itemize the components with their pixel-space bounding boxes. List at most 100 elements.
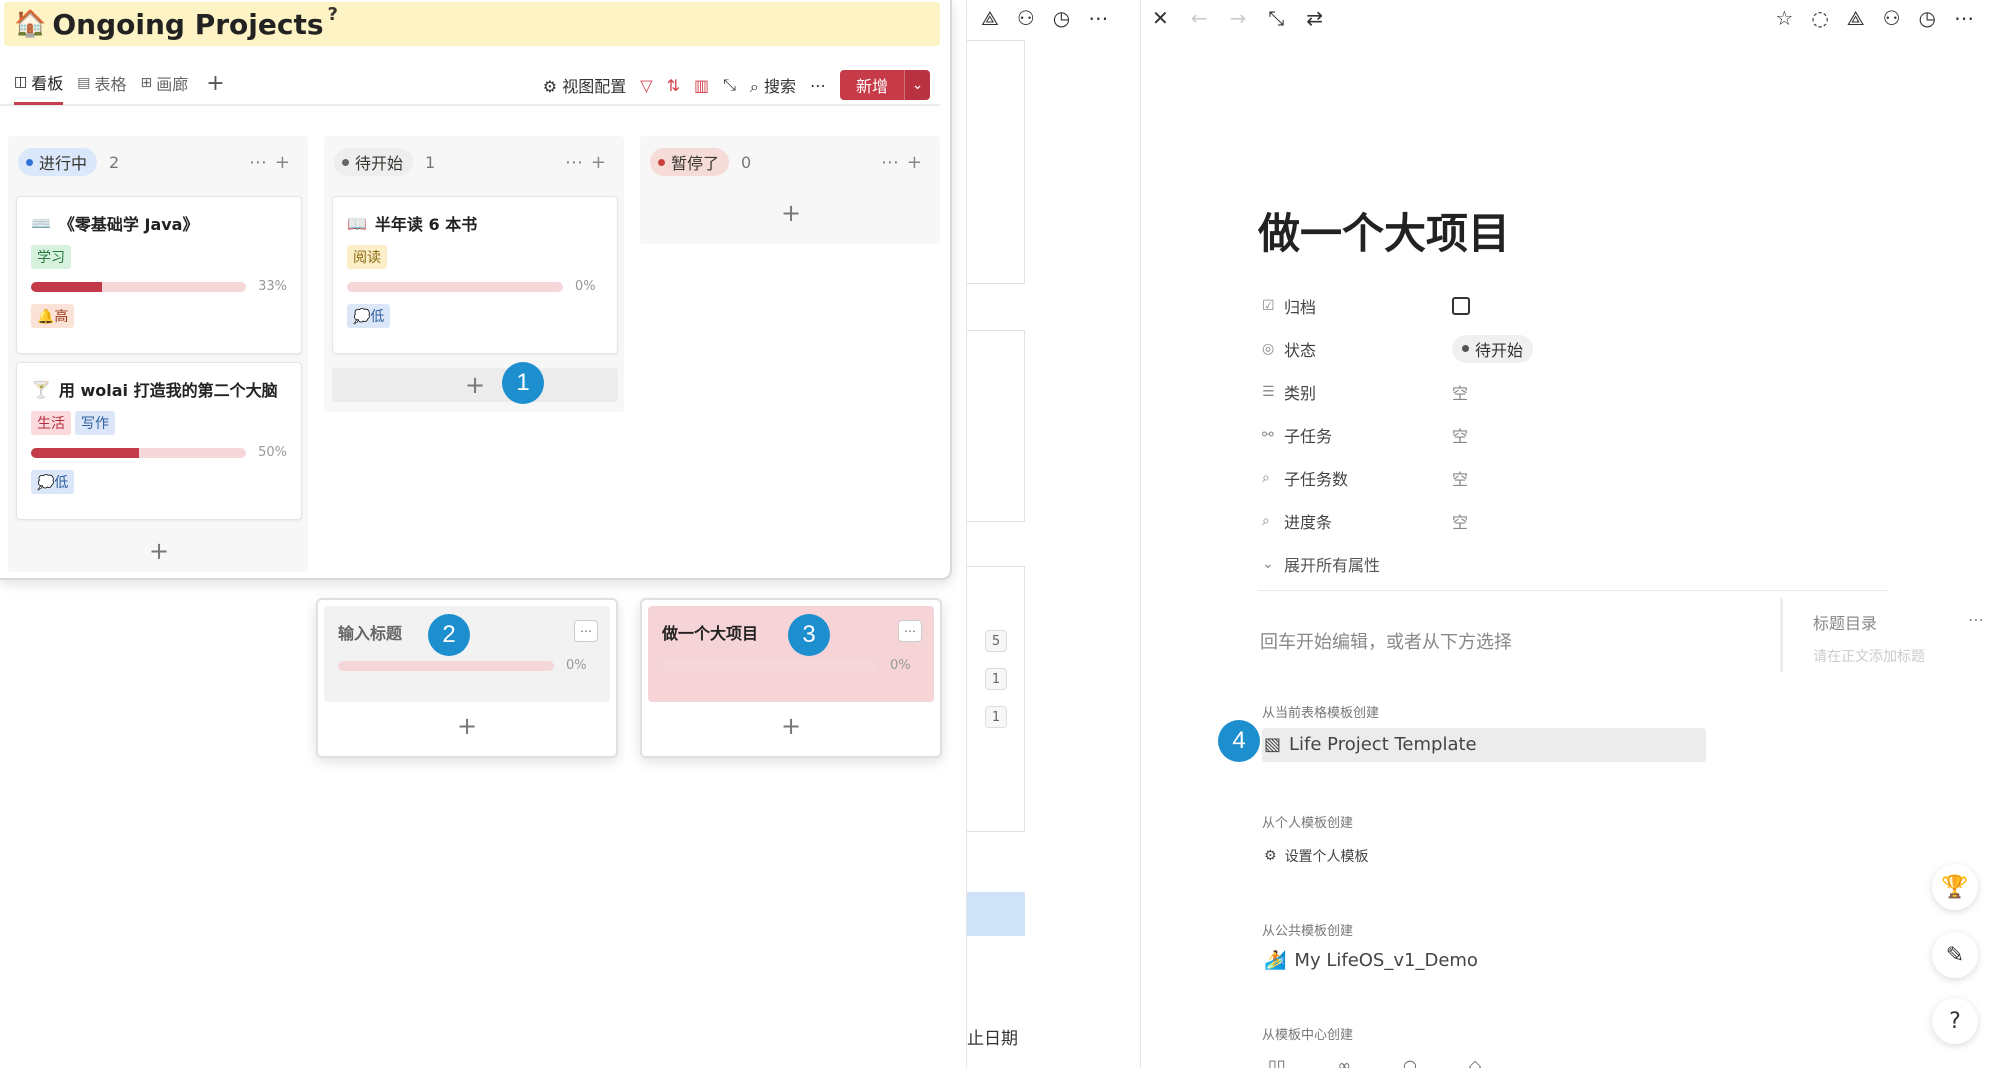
layers-icon[interactable]: ◇ bbox=[1469, 1056, 1481, 1068]
close-icon[interactable]: ✕ bbox=[1152, 6, 1169, 30]
more-icon[interactable]: ⋯ bbox=[1954, 6, 1974, 30]
card-tags: 生活 写作 bbox=[31, 401, 287, 435]
panel-divider bbox=[1140, 0, 1141, 1068]
filter-icon[interactable]: ▽ bbox=[640, 76, 652, 95]
column-actions[interactable]: ⋯+ bbox=[881, 152, 930, 173]
forward-arrow-icon[interactable]: → bbox=[1230, 6, 1247, 30]
status-value-pill[interactable]: 待开始 bbox=[1452, 334, 1534, 363]
editor-placeholder[interactable]: 回车开始编辑，或者从下方选择 bbox=[1260, 628, 1512, 654]
help-icon[interactable]: ? bbox=[328, 4, 338, 25]
property-subtask-count[interactable]: ⌕ 子任务数 空 bbox=[1262, 456, 1533, 499]
status-pill-not-started: 待开始 bbox=[334, 148, 414, 176]
column-actions[interactable]: ⋯+ bbox=[249, 152, 298, 173]
progress-bar bbox=[338, 660, 554, 671]
columns-icon[interactable]: ▥ bbox=[694, 76, 709, 95]
progress-row: 0% bbox=[662, 658, 920, 673]
property-archive[interactable]: ☑ 归档 bbox=[1262, 284, 1533, 327]
column-actions[interactable]: ⋯+ bbox=[565, 152, 614, 173]
count-badge: 5 bbox=[985, 630, 1007, 652]
template-name: Life Project Template bbox=[1289, 734, 1477, 755]
background-page-strip: ⟁ ⚇ ◷ ⋯ 5 1 1 止日期 bbox=[966, 0, 1144, 1068]
add-card-button[interactable]: + bbox=[318, 712, 616, 740]
board-icon: ◫ bbox=[14, 73, 28, 90]
column-count: 0 bbox=[741, 152, 752, 172]
tab-gallery[interactable]: ⊞ 画廊 bbox=[141, 61, 189, 105]
template-lifeos-demo[interactable]: 🏄 My LifeOS_v1_Demo bbox=[1264, 950, 1478, 971]
tab-table[interactable]: ▤ 表格 bbox=[77, 61, 126, 105]
more-icon[interactable]: ⋯ bbox=[810, 76, 826, 95]
marker-1: 1 bbox=[502, 362, 544, 404]
progress-row: 0% bbox=[347, 279, 603, 294]
add-user-icon[interactable]: ⚇ bbox=[1883, 6, 1901, 30]
tab-table-label: 表格 bbox=[94, 75, 127, 94]
feedback-icon[interactable]: ✎ bbox=[1932, 932, 1978, 978]
card-title-text: 半年读 6 本书 bbox=[374, 215, 478, 234]
add-user-icon[interactable]: ⚇ bbox=[1017, 6, 1035, 30]
search-button[interactable]: ⌕ 搜索 bbox=[750, 73, 796, 97]
cocktail-icon: 🍸 bbox=[31, 379, 51, 399]
trophy-icon[interactable]: 🏆 bbox=[1932, 864, 1978, 910]
database-title[interactable]: Ongoing Projects bbox=[52, 8, 323, 41]
column-in-progress: 进行中 2 ⋯+ ⌨️ 《零基础学 Java》 学习 33% 🔔高 🍸 用 wola… bbox=[8, 136, 308, 572]
search-icon: ⌕ bbox=[749, 77, 759, 96]
people-icon[interactable]: ∞ bbox=[1338, 1056, 1351, 1068]
template-name: 设置个人模板 bbox=[1284, 849, 1369, 865]
card-wolai[interactable]: 🍸 用 wolai 打造我的第二个大脑 生活 写作 50% 💭低 bbox=[16, 362, 302, 520]
add-card-button[interactable]: + bbox=[642, 712, 940, 740]
new-button[interactable]: 新增 bbox=[839, 70, 904, 100]
lookup-icon: ⌕ bbox=[1262, 512, 1270, 529]
card-more-button[interactable]: ⋯ bbox=[574, 620, 598, 642]
selected-row-highlight bbox=[967, 892, 1025, 936]
add-card-button[interactable]: + bbox=[648, 196, 934, 230]
archive-checkbox[interactable] bbox=[1452, 296, 1470, 315]
card-java[interactable]: ⌨️ 《零基础学 Java》 学习 33% 🔔高 bbox=[16, 196, 302, 354]
share-icon[interactable]: ⟁ bbox=[1847, 6, 1865, 30]
add-view-button[interactable]: + bbox=[206, 71, 224, 96]
property-category[interactable]: ☰ 类别 空 bbox=[1262, 370, 1533, 413]
expand-all-properties[interactable]: ⌄ 展开所有属性 bbox=[1262, 542, 1533, 585]
set-personal-template[interactable]: ⚙ 设置个人模板 bbox=[1264, 846, 1369, 866]
template-center-icons: ▯▯ ∞ ○ ◇ bbox=[1268, 1056, 1481, 1068]
new-card-untitled[interactable]: 输入标题 0% ⋯ + bbox=[316, 598, 618, 758]
property-value: 空 bbox=[1452, 383, 1469, 403]
sort-icon[interactable]: ⇅ bbox=[667, 76, 680, 95]
template-life-project[interactable]: ▧ Life Project Template bbox=[1264, 734, 1477, 755]
status-pill-in-progress: 进行中 bbox=[18, 148, 98, 176]
switch-icon[interactable]: ⇄ bbox=[1306, 6, 1323, 30]
history-icon[interactable]: ◷ bbox=[1919, 6, 1936, 30]
mid-toolbar: ⟁ ⚇ ◷ ⋯ bbox=[981, 6, 1108, 30]
property-name: 状态 bbox=[1284, 340, 1317, 360]
property-progress[interactable]: ⌕ 进度条 空 bbox=[1262, 499, 1533, 542]
add-card-button[interactable]: + bbox=[332, 368, 618, 402]
comment-icon[interactable]: ◌ bbox=[1811, 6, 1828, 30]
progress-bar bbox=[31, 447, 247, 458]
progress-percent: 0% bbox=[890, 658, 911, 673]
more-icon[interactable]: ⋯ bbox=[1968, 610, 1984, 629]
back-arrow-icon[interactable]: ← bbox=[1191, 6, 1208, 30]
property-status[interactable]: ◎ 状态 待开始 bbox=[1262, 327, 1534, 370]
more-icon[interactable]: ⋯ bbox=[1088, 6, 1108, 30]
history-icon[interactable]: ◷ bbox=[1053, 6, 1070, 30]
view-toolbar: ⚙ 视图配置 ▽ ⇅ ▥ ⤡ ⌕ 搜索 ⋯ 新增 ⌄ bbox=[543, 70, 930, 100]
page-title[interactable]: 做一个大项目 bbox=[1258, 200, 1510, 261]
expand-icon[interactable]: ⤡ bbox=[1268, 6, 1284, 30]
tab-board[interactable]: ◫ 看板 bbox=[14, 61, 64, 105]
add-card-button[interactable]: + bbox=[16, 534, 302, 568]
property-subtasks[interactable]: ⚯ 子任务 空 bbox=[1262, 413, 1533, 456]
card-more-button[interactable]: ⋯ bbox=[898, 620, 922, 642]
chevron-down-icon[interactable]: ⌄ bbox=[904, 70, 930, 100]
share-icon[interactable]: ⟁ bbox=[981, 6, 999, 30]
card-reading[interactable]: 📖 半年读 6 本书 阅读 0% 💭低 bbox=[332, 196, 618, 354]
expand-icon[interactable]: ⤡ bbox=[723, 75, 736, 95]
view-config-button[interactable]: ⚙ 视图配置 bbox=[543, 73, 626, 97]
star-icon[interactable]: ☆ bbox=[1775, 6, 1793, 30]
table-icon: ▤ bbox=[77, 75, 91, 91]
user-icon[interactable]: ○ bbox=[1403, 1056, 1417, 1068]
column-label: 进行中 bbox=[39, 154, 88, 173]
column-not-started: 待开始 1 ⋯+ 📖 半年读 6 本书 阅读 0% 💭低 + bbox=[324, 136, 624, 412]
help-icon[interactable]: ? bbox=[1932, 998, 1978, 1044]
status-value: 待开始 bbox=[1475, 340, 1524, 360]
progress-bar bbox=[31, 281, 247, 292]
board-icon[interactable]: ▯▯ bbox=[1268, 1056, 1286, 1068]
tab-gallery-label: 画廊 bbox=[156, 75, 189, 94]
